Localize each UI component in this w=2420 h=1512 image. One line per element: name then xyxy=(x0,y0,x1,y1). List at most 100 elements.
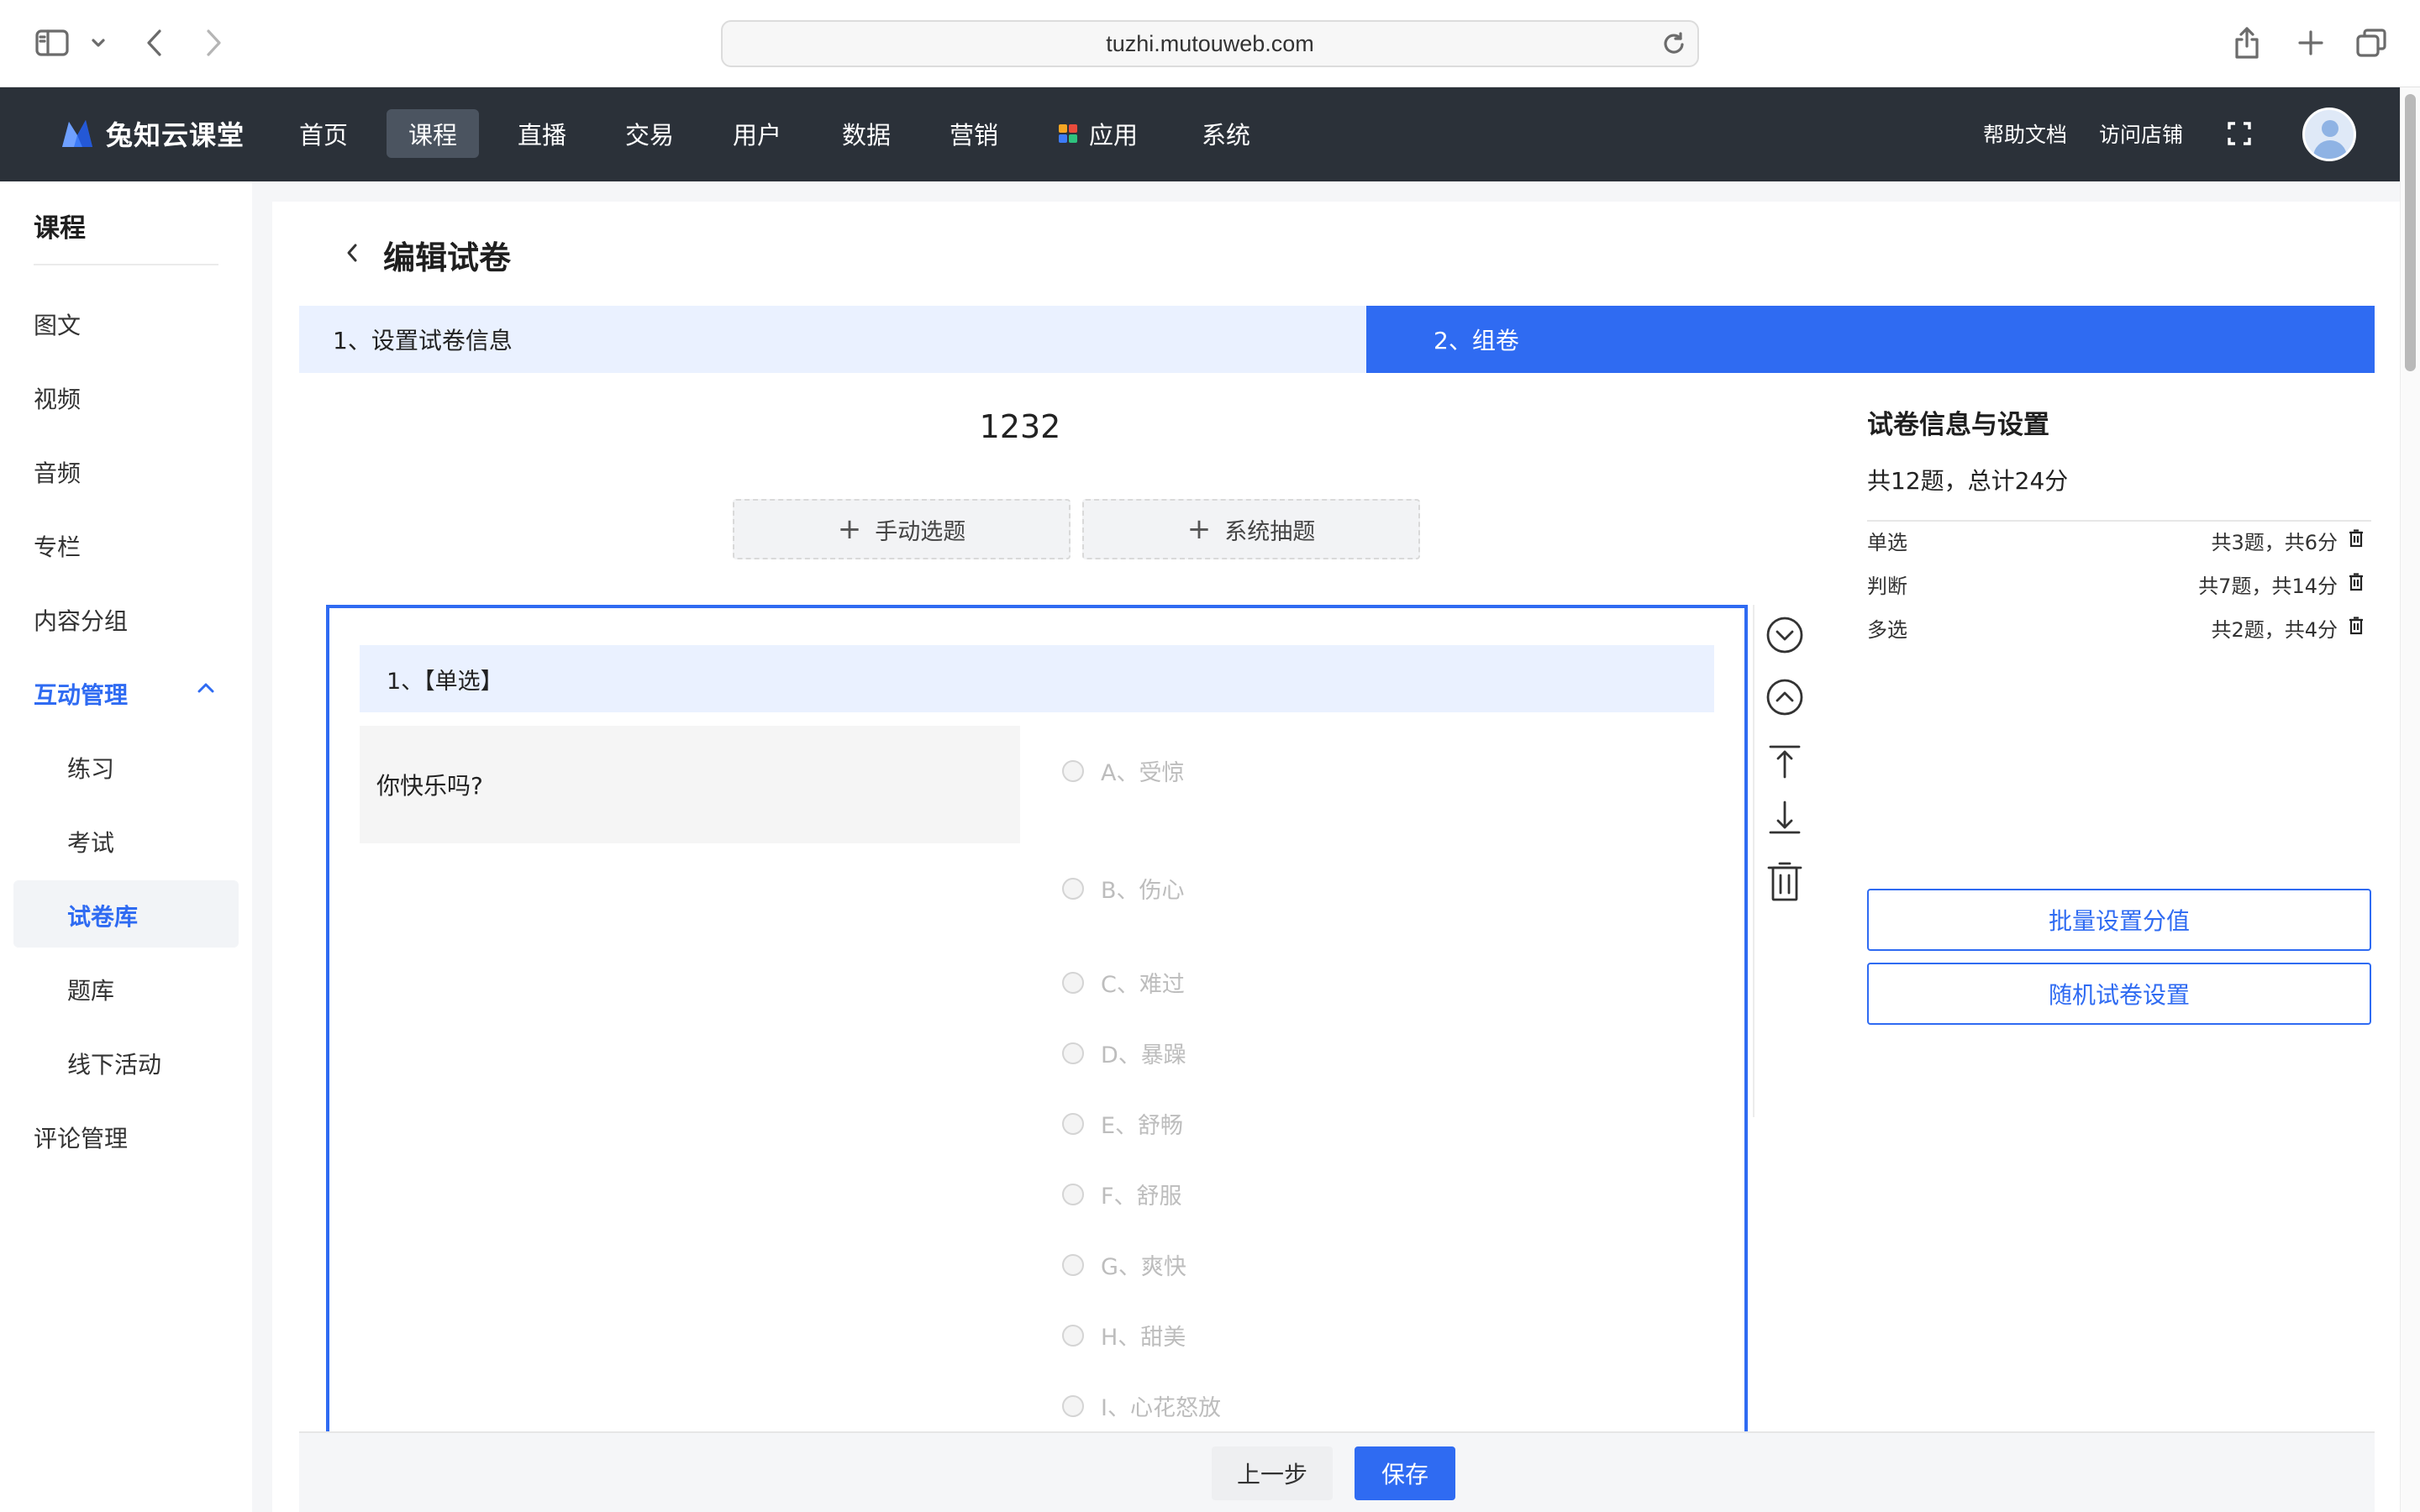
avatar-head-icon xyxy=(2322,120,2338,137)
batch-score-button[interactable]: 批量设置分值 xyxy=(1867,889,2371,951)
type-label: 判断 xyxy=(1867,575,1907,598)
radio-icon xyxy=(1062,1112,1084,1135)
trash-icon[interactable] xyxy=(2348,529,2365,548)
option-label: I、心花怒放 xyxy=(1101,1395,1221,1421)
save-button[interactable]: 保存 xyxy=(1355,1446,1455,1500)
nav-item-users[interactable]: 用户 xyxy=(711,109,803,158)
help-docs-label: 帮助文档 xyxy=(1983,123,2068,147)
avatar-body-icon xyxy=(2313,140,2347,159)
question-header: 1、【单选】 xyxy=(360,645,1714,712)
nav-item-live[interactable]: 直播 xyxy=(496,109,588,158)
system-draw-label: 系统抽题 xyxy=(1224,518,1316,545)
sidebar-item-audio[interactable]: 音频 xyxy=(34,455,81,489)
user-avatar[interactable] xyxy=(2302,108,2356,161)
nav-label: 数据 xyxy=(842,121,892,150)
nav-item-course[interactable]: 课程 xyxy=(387,109,480,158)
sidebar-item-offline-events[interactable]: 线下活动 xyxy=(67,1047,161,1080)
plus-icon: + xyxy=(1186,512,1212,546)
type-count: 共2题，共4分 xyxy=(2211,618,2338,642)
move-to-top-icon[interactable] xyxy=(1765,741,1805,781)
radio-icon xyxy=(1062,877,1084,900)
nav-item-system[interactable]: 系统 xyxy=(1180,109,1272,158)
radio-icon xyxy=(1062,1394,1084,1417)
fullscreen-icon[interactable] xyxy=(2227,109,2252,158)
nav-label: 应用 xyxy=(1089,121,1139,150)
chevron-up-icon[interactable] xyxy=(197,682,215,694)
nav-label: 用户 xyxy=(733,121,782,150)
move-up-circle-icon[interactable] xyxy=(1765,677,1805,717)
type-row-judge: 判断 共7题，共14分 xyxy=(1867,564,2371,598)
sidebar-item-content-groups[interactable]: 内容分组 xyxy=(34,603,128,637)
sidebar-item-comments[interactable]: 评论管理 xyxy=(34,1121,128,1154)
option-label: H、甜美 xyxy=(1101,1325,1186,1351)
type-row-multiple: 多选 共2题，共4分 xyxy=(1867,608,2371,642)
trash-icon[interactable] xyxy=(2348,573,2365,591)
option-label: D、暴躁 xyxy=(1101,1042,1186,1068)
prev-step-button[interactable]: 上一步 xyxy=(1212,1446,1333,1500)
back-icon[interactable] xyxy=(343,240,361,265)
system-draw-button[interactable]: + 系统抽题 xyxy=(1082,499,1420,559)
nav-item-marketing[interactable]: 营销 xyxy=(928,109,1020,158)
sidebar-group-interaction[interactable]: 互动管理 xyxy=(34,677,128,711)
sidebar-toggle-icon[interactable] xyxy=(32,24,72,62)
nav-label: 课程 xyxy=(408,121,458,150)
sidebar-item-articles[interactable]: 图文 xyxy=(34,307,81,341)
random-settings-button[interactable]: 随机试卷设置 xyxy=(1867,963,2371,1025)
radio-icon xyxy=(1062,1042,1084,1064)
page-title: 编辑试卷 xyxy=(383,239,512,276)
manual-select-button[interactable]: + 手动选题 xyxy=(733,499,1071,559)
option-b: B、伤心 xyxy=(1062,872,1185,905)
sidebar-item-columns[interactable]: 专栏 xyxy=(34,529,81,563)
step-2[interactable]: 2、组卷 xyxy=(1366,306,2375,373)
nav-item-apps[interactable]: 应用 xyxy=(1037,109,1160,158)
type-label: 多选 xyxy=(1867,618,1907,642)
chevron-down-icon[interactable] xyxy=(87,24,109,62)
tab-overview-icon[interactable] xyxy=(2353,24,2390,62)
option-e: E、舒畅 xyxy=(1062,1107,1183,1140)
app-logo[interactable]: 兔知云课堂 xyxy=(57,109,245,158)
option-d: D、暴躁 xyxy=(1062,1037,1186,1069)
option-a: A、受惊 xyxy=(1062,754,1184,787)
new-tab-icon[interactable] xyxy=(2292,24,2329,62)
nav-label: 直播 xyxy=(518,121,567,150)
nav-item-home[interactable]: 首页 xyxy=(277,109,370,158)
sidebar-title: 课程 xyxy=(34,213,86,244)
option-h: H、甜美 xyxy=(1062,1319,1186,1352)
question-card[interactable]: 1、【单选】 你快乐吗? A、受惊 B、伤心 C、难过 D、暴躁 E、舒畅 F、… xyxy=(326,605,1748,1512)
sidebar: 课程 图文 视频 音频 专栏 内容分组 互动管理 练习 考试 试卷库 题库 线下… xyxy=(0,181,252,1512)
paper-name: 1232 xyxy=(979,408,1061,445)
step-indicator: 1、设置试卷信息 2、组卷 xyxy=(299,306,2375,373)
main-content: 编辑试卷 1、设置试卷信息 2、组卷 1232 + 手动选题 + 系统抽题 1、… xyxy=(272,202,2400,1512)
option-label: C、难过 xyxy=(1101,972,1185,998)
nav-label: 系统 xyxy=(1202,121,1251,150)
browser-toolbar: tuzhi.mutouweb.com xyxy=(0,0,2420,87)
share-icon[interactable] xyxy=(2228,24,2265,62)
question-toolbar xyxy=(1753,605,1803,1117)
scrollbar-thumb[interactable] xyxy=(2405,94,2416,371)
address-bar[interactable]: tuzhi.mutouweb.com xyxy=(721,20,1699,67)
type-count: 共3题，共6分 xyxy=(2211,531,2338,554)
sidebar-item-videos[interactable]: 视频 xyxy=(34,381,81,415)
back-arrow-icon[interactable] xyxy=(139,24,170,62)
sidebar-item-question-bank[interactable]: 题库 xyxy=(67,973,114,1006)
option-i: I、心花怒放 xyxy=(1062,1389,1221,1422)
footer-bar: 上一步 保存 xyxy=(299,1431,2375,1512)
sidebar-item-exams[interactable]: 考试 xyxy=(67,825,114,858)
radio-icon xyxy=(1062,1253,1084,1276)
move-to-bottom-icon[interactable] xyxy=(1765,798,1805,838)
page-scrollbar[interactable] xyxy=(2400,87,2420,1512)
visit-store-link[interactable]: 访问店铺 xyxy=(2099,109,2183,158)
step-arrow-shape xyxy=(1334,306,1366,373)
move-down-circle-icon[interactable] xyxy=(1765,615,1805,655)
delete-icon[interactable] xyxy=(1765,862,1805,902)
sidebar-item-practice[interactable]: 练习 xyxy=(67,751,114,785)
sidebar-item-paper-library[interactable]: 试卷库 xyxy=(67,899,138,932)
forward-arrow-icon[interactable] xyxy=(198,24,229,62)
nav-item-data[interactable]: 数据 xyxy=(820,109,913,158)
step-1[interactable]: 1、设置试卷信息 xyxy=(299,306,1366,373)
reload-icon[interactable] xyxy=(1662,32,1686,61)
nav-item-trade[interactable]: 交易 xyxy=(603,109,696,158)
help-docs-link[interactable]: 帮助文档 xyxy=(1983,109,2067,158)
trash-icon[interactable] xyxy=(2348,617,2365,635)
question-stem: 你快乐吗? xyxy=(360,726,1020,843)
